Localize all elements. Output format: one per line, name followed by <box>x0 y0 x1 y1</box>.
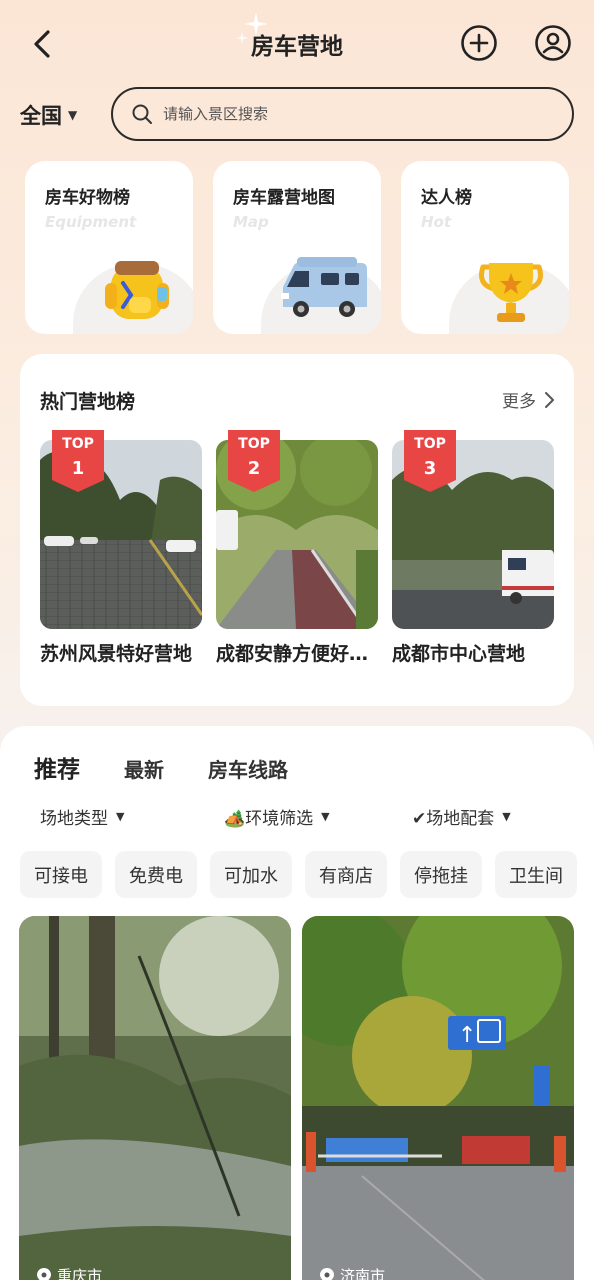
chip-trailer[interactable]: 停拖挂 <box>400 851 482 898</box>
filter-label: 🏕️环境筛选 <box>224 809 314 829</box>
category-title: 房车好物榜 <box>45 188 130 208</box>
backpack-icon <box>105 261 169 319</box>
caret-down-icon: ▼ <box>321 810 330 823</box>
feed-location: 重庆市 <box>37 1265 102 1280</box>
page-title: 房车营地 <box>251 34 343 60</box>
search-input[interactable] <box>163 105 543 123</box>
plus-circle-icon[interactable] <box>460 24 498 62</box>
user-circle-icon[interactable] <box>534 24 572 62</box>
svg-text:↑: ↑ <box>458 1023 476 1048</box>
hot-camp-card[interactable]: TOP 1 苏州风景特好营地 <box>40 430 202 666</box>
chip-restroom[interactable]: 卫生间 <box>495 851 577 898</box>
feed-photo <box>19 916 291 1280</box>
chevron-right-icon <box>545 391 554 408</box>
camp-name: 苏州风景特好营地 <box>40 643 193 665</box>
filter-environment[interactable]: 🏕️环境筛选 ▼ <box>224 804 330 829</box>
category-subtitle: Map <box>233 213 269 231</box>
trophy-icon <box>479 263 543 322</box>
hot-camps-section: 热门营地榜 更多 TOP 1 苏州风景特好营地 TOP 2 成都安静方便好营地 … <box>20 354 574 706</box>
category-card-hot[interactable]: 达人榜 Hot <box>401 161 569 334</box>
search-bar[interactable] <box>111 87 574 141</box>
tab-latest[interactable]: 最新 <box>124 754 164 783</box>
more-label: 更多 <box>502 392 536 412</box>
feed-city: 济南市 <box>340 1267 386 1280</box>
chip-shop[interactable]: 有商店 <box>305 851 387 898</box>
location-pin-icon <box>37 1267 51 1280</box>
feed-card[interactable]: 重庆市 <box>19 916 291 1280</box>
category-subtitle: Hot <box>421 213 452 231</box>
caret-down-icon: ▼ <box>116 810 125 823</box>
feed-city: 重庆市 <box>57 1267 103 1280</box>
camp-name: 成都市中心营地 <box>392 643 526 665</box>
category-title: 达人榜 <box>421 188 472 208</box>
filter-facilities[interactable]: ✔场地配套 ▼ <box>412 804 511 829</box>
filter-site-type[interactable]: 场地类型 ▼ <box>40 804 124 829</box>
category-subtitle: Equipment <box>45 213 137 231</box>
caret-down-icon: ▼ <box>68 108 78 122</box>
rv-icon <box>281 257 367 317</box>
badge-label: TOP <box>62 436 94 452</box>
filter-label: 场地类型 <box>40 809 108 829</box>
more-link[interactable]: 更多 <box>502 387 556 412</box>
tab-recommend[interactable]: 推荐 <box>34 750 80 784</box>
category-card-map[interactable]: 房车露营地图 Map <box>213 161 381 334</box>
facility-chips: 可接电 免费电 可加水 有商店 停拖挂 卫生间 <box>20 851 590 898</box>
caret-down-icon: ▼ <box>502 810 511 823</box>
category-card-equipment[interactable]: 房车好物榜 Equipment <box>25 161 193 334</box>
chip-free-power[interactable]: 免费电 <box>115 851 197 898</box>
section-title: 热门营地榜 <box>40 391 136 413</box>
location-pin-icon <box>320 1267 334 1280</box>
badge-rank: 2 <box>247 458 261 479</box>
chip-water[interactable]: 可加水 <box>210 851 292 898</box>
feed-card[interactable]: ↑ 济南市 <box>302 916 574 1280</box>
badge-label: TOP <box>414 436 446 452</box>
tab-rv-routes[interactable]: 房车线路 <box>208 754 288 783</box>
badge-label: TOP <box>238 436 270 452</box>
chip-power[interactable]: 可接电 <box>20 851 102 898</box>
filter-label: ✔场地配套 <box>412 809 495 829</box>
feed-tabs: 推荐 最新 房车线路 <box>34 750 332 784</box>
header: 房车营地 <box>0 0 594 88</box>
feed-photo: ↑ <box>302 916 574 1280</box>
camp-name: 成都安静方便好营地 <box>216 643 378 665</box>
search-icon <box>132 104 152 124</box>
category-title: 房车露营地图 <box>233 188 335 208</box>
hot-camp-card[interactable]: TOP 3 成都市中心营地 <box>392 430 554 666</box>
hot-camp-card[interactable]: TOP 2 成都安静方便好营地 <box>216 430 378 666</box>
feed-location: 济南市 <box>320 1265 385 1280</box>
badge-rank: 1 <box>71 458 85 479</box>
recommend-section: 推荐 最新 房车线路 场地类型 ▼ 🏕️环境筛选 ▼ ✔场地配套 ▼ 可接电 免… <box>0 726 594 1280</box>
badge-rank: 3 <box>423 458 437 479</box>
location-selector[interactable]: 全国 ▼ <box>20 100 77 130</box>
location-label: 全国 <box>20 104 62 128</box>
